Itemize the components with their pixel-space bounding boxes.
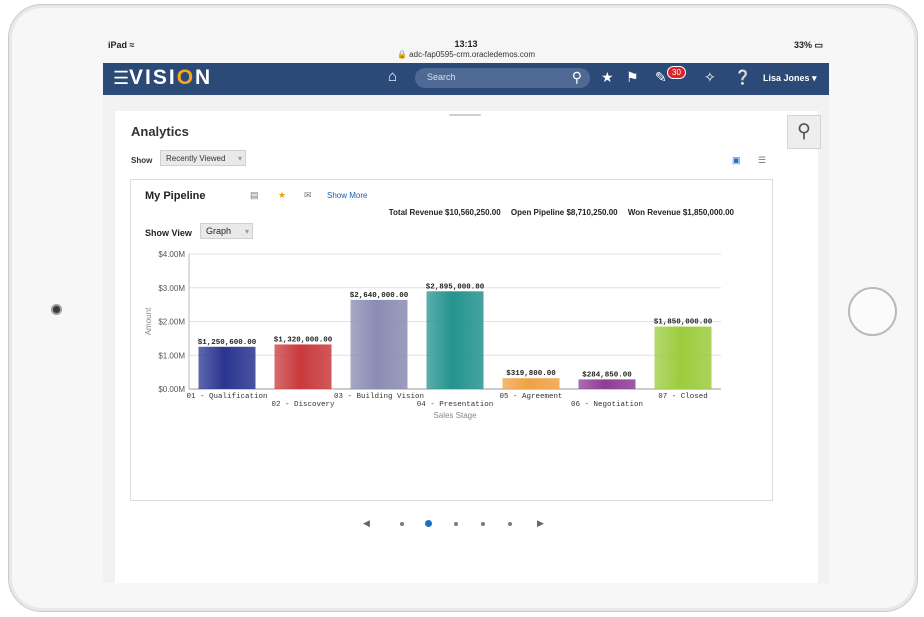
open-pipeline: Open Pipeline $8,710,250.00 bbox=[510, 208, 618, 217]
page-dot[interactable] bbox=[481, 522, 485, 526]
search-placeholder: Search bbox=[427, 72, 456, 82]
chart-bar bbox=[198, 346, 256, 389]
pipeline-bar-chart: $0.00M $1.00M $2.00M $3.00M $4.00M Amount $1,2… bbox=[144, 250, 721, 420]
prev-page-icon[interactable]: ◀ bbox=[363, 518, 370, 529]
show-more-link[interactable]: Show More bbox=[327, 191, 367, 200]
show-select[interactable]: Recently Viewed ▾ bbox=[160, 150, 246, 166]
y-tick-label: $3.00M bbox=[158, 284, 185, 293]
x-tick-label: 04 - Presentation bbox=[417, 401, 494, 409]
notifications-icon[interactable]: ✎ bbox=[655, 69, 667, 86]
x-tick-label: 01 - Qualification bbox=[186, 393, 267, 401]
card-title: My Pipeline bbox=[145, 190, 206, 202]
show-view-select[interactable]: Graph ▾ bbox=[200, 223, 253, 239]
page-dot-active[interactable] bbox=[425, 520, 432, 527]
accessibility-icon[interactable]: ✧ bbox=[704, 69, 716, 86]
won-revenue: Won Revenue $1,850,000.00 bbox=[627, 208, 734, 217]
chart-bar bbox=[350, 299, 408, 389]
show-view-label: Show View bbox=[145, 228, 192, 238]
user-menu[interactable]: Lisa Jones ▾ bbox=[763, 73, 817, 84]
page-title: Analytics bbox=[131, 124, 189, 139]
page-indicator: ◀ ▶ bbox=[115, 518, 818, 532]
pipeline-card: My Pipeline ▤ ★ ✉ Show More Total Revenu… bbox=[130, 179, 773, 501]
x-tick-label: 07 - Closed bbox=[658, 393, 708, 401]
battery-icon: ▭ bbox=[814, 40, 823, 50]
chart-bar bbox=[274, 344, 332, 389]
bar-value-label: $319,800.00 bbox=[506, 370, 556, 378]
revenue-totals: Total Revenue $10,560,250.00 Open Pipeli… bbox=[131, 208, 734, 217]
bar-value-label: $2,640,000.00 bbox=[350, 292, 409, 300]
x-axis-title: Sales Stage bbox=[433, 411, 477, 420]
x-tick-label: 06 - Negotiation bbox=[571, 401, 643, 409]
y-tick-label: $4.00M bbox=[158, 250, 185, 259]
main-content: Analytics ⚲ Show Recently Viewed ▾ ▣ ☰ My… bbox=[115, 111, 821, 583]
x-tick-label: 05 - Agreement bbox=[499, 393, 562, 401]
url-text: adc-fap0595-crm.oracledemos.com bbox=[409, 50, 536, 59]
panel-search-button[interactable]: ⚲ bbox=[787, 115, 821, 149]
chart-bar bbox=[578, 379, 636, 389]
chart-bar bbox=[426, 291, 484, 389]
page-dot[interactable] bbox=[508, 522, 512, 526]
status-bar: iPad ≈ 13:13 🔒 adc-fap0595-crm.oracledem… bbox=[103, 37, 829, 63]
battery-text: 33% bbox=[793, 40, 812, 50]
drag-handle[interactable] bbox=[449, 114, 481, 116]
table-icon[interactable]: ▤ bbox=[250, 190, 259, 201]
screen: iPad ≈ 13:13 🔒 adc-fap0595-crm.oracledem… bbox=[103, 37, 829, 583]
flag-icon[interactable]: ⚑ bbox=[626, 69, 639, 86]
bar-value-label: $1,320,000.00 bbox=[274, 336, 333, 344]
battery: 33% ▭ bbox=[794, 40, 823, 51]
home-icon[interactable]: ⌂ bbox=[388, 68, 397, 85]
search-input[interactable]: Search ⚲ bbox=[415, 68, 590, 88]
bar-value-label: $1,250,600.00 bbox=[198, 339, 257, 347]
chart-bar bbox=[654, 326, 712, 389]
y-tick-label: $1.00M bbox=[158, 351, 185, 360]
help-icon[interactable]: ❔ bbox=[734, 69, 751, 86]
search-icon[interactable]: ⚲ bbox=[572, 69, 582, 86]
bar-value-label: $284,850.00 bbox=[582, 371, 632, 379]
chart-bar bbox=[502, 378, 560, 389]
favorites-star-icon[interactable]: ★ bbox=[601, 69, 614, 86]
page-dot[interactable] bbox=[400, 522, 404, 526]
x-tick-label: 03 - Building Vision bbox=[334, 393, 424, 401]
page-dot[interactable] bbox=[454, 522, 458, 526]
bar-value-label: $2,895,000.00 bbox=[426, 283, 485, 291]
camera-icon bbox=[51, 304, 62, 315]
y-tick-label: $0.00M bbox=[158, 385, 185, 394]
email-icon[interactable]: ✉ bbox=[304, 190, 312, 201]
notification-badge[interactable]: 30 bbox=[667, 66, 686, 79]
y-axis-title: Amount bbox=[144, 307, 153, 335]
list-view-icon[interactable]: ☰ bbox=[758, 155, 766, 166]
url-bar[interactable]: 🔒 adc-fap0595-crm.oracledemos.com bbox=[103, 50, 829, 59]
favorite-star-icon[interactable]: ★ bbox=[278, 190, 286, 201]
show-label: Show bbox=[131, 156, 153, 165]
y-tick-label: $2.00M bbox=[158, 318, 185, 327]
next-page-icon[interactable]: ▶ bbox=[537, 518, 544, 529]
x-tick-label: 02 - Discovery bbox=[271, 401, 335, 409]
bar-value-label: $1,850,000.00 bbox=[654, 319, 713, 327]
vision-logo[interactable]: VISION bbox=[129, 66, 212, 90]
menu-icon[interactable]: ☰ bbox=[113, 68, 129, 89]
home-button[interactable] bbox=[848, 287, 897, 336]
tile-view-icon[interactable]: ▣ bbox=[732, 155, 741, 166]
total-revenue: Total Revenue $10,560,250.00 bbox=[388, 208, 501, 217]
clock: 13:13 bbox=[454, 39, 478, 49]
top-navigation: ☰ VISION ⌂ Search ⚲ ★ ⚑ ✎ 30 ✧ ❔ Lisa Jo… bbox=[103, 63, 829, 95]
